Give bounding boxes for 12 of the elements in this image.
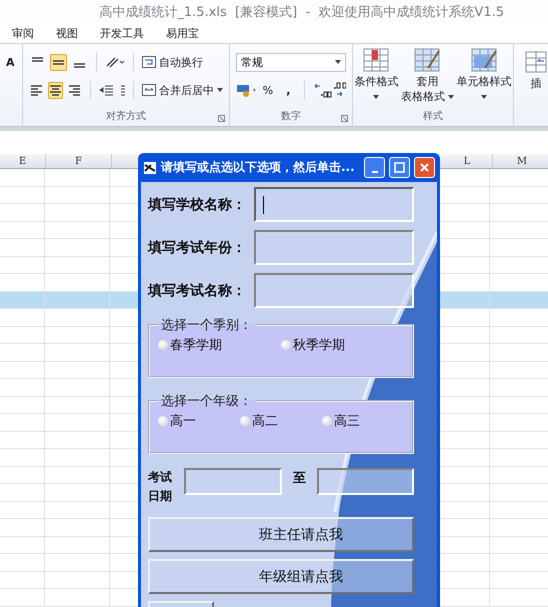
to-label: 至 (292, 470, 307, 487)
dialog-title: 请填写或点选以下选项，然后单击... (161, 159, 356, 176)
group-label: 对齐方式 (105, 110, 147, 123)
date-label: 考试日期 (148, 469, 173, 505)
field-label: 填写学校名称： (148, 196, 247, 214)
group-title: 选择一个季别： (160, 317, 253, 334)
field-label: 填写考试年份： (148, 238, 247, 256)
group-label: 数字 (280, 110, 302, 123)
group-label: 样式 (422, 110, 444, 123)
field-label: 填写考试名称： (148, 282, 247, 300)
group-title: 选择一个年级： (160, 393, 253, 410)
window-title: 高中成绩统计_1.5.xls [兼容模式] - 欢迎使用高中成绩统计系统V1.5 (99, 4, 504, 21)
